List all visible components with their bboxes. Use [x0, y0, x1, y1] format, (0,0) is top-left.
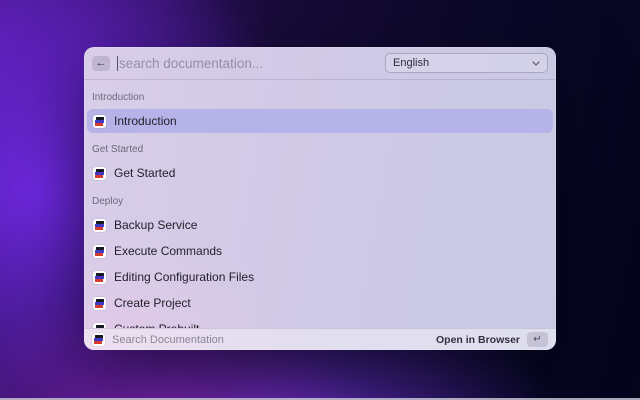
open-in-browser-button[interactable]: Open in Browser — [436, 334, 520, 346]
result-item-label: Editing Configuration Files — [114, 270, 254, 284]
result-item-label: Get Started — [114, 166, 175, 180]
result-item[interactable]: Backup Service — [87, 213, 553, 237]
zeabur-logo-icon — [93, 219, 106, 232]
zeabur-logo-icon — [93, 297, 106, 310]
zeabur-logo-icon — [93, 115, 106, 128]
zeabur-logo-icon — [92, 333, 105, 346]
language-dropdown[interactable]: English — [385, 53, 548, 73]
logo-bar — [95, 305, 103, 308]
search-documentation-dialog: ← English Introduction Introduction Get St… — [84, 47, 556, 350]
language-dropdown-value: English — [393, 57, 429, 69]
logo-bar — [95, 253, 103, 256]
logo-bar — [94, 341, 102, 344]
result-item[interactable]: Create Project — [87, 291, 553, 315]
logo-bar — [95, 175, 103, 178]
result-item-label: Execute Commands — [114, 244, 222, 258]
return-key-icon: ↵ — [533, 334, 541, 345]
zeabur-logo-icon — [93, 271, 106, 284]
back-button[interactable]: ← — [92, 56, 110, 71]
section-label: Introduction — [87, 83, 553, 109]
result-item[interactable]: Editing Configuration Files — [87, 265, 553, 289]
result-item[interactable]: Introduction — [87, 109, 553, 133]
logo-bar — [95, 123, 103, 126]
result-item[interactable]: Custom Prebuilt — [87, 317, 553, 328]
back-arrow-icon: ← — [96, 58, 107, 69]
result-item-label: Create Project — [114, 296, 191, 310]
logo-bar — [95, 279, 103, 282]
enter-key-hint: ↵ — [527, 332, 548, 347]
dialog-footer: Search Documentation Open in Browser ↵ — [84, 328, 556, 350]
chevron-down-icon — [532, 61, 540, 66]
zeabur-logo-icon — [92, 333, 105, 346]
logo-bar — [95, 227, 103, 230]
result-item-label: Backup Service — [114, 218, 197, 232]
search-bar: ← English — [84, 47, 556, 80]
footer-label: Search Documentation — [112, 334, 429, 346]
result-item-label: Introduction — [114, 114, 177, 128]
zeabur-logo-icon — [93, 245, 106, 258]
section-label: Get Started — [87, 135, 553, 161]
search-input[interactable] — [119, 56, 377, 71]
result-item[interactable]: Get Started — [87, 161, 553, 185]
text-cursor — [117, 56, 118, 71]
zeabur-logo-icon — [93, 167, 106, 180]
section-label: Deploy — [87, 187, 553, 213]
results-list: Introduction Introduction Get Started Get S… — [84, 80, 556, 328]
result-item[interactable]: Execute Commands — [87, 239, 553, 263]
